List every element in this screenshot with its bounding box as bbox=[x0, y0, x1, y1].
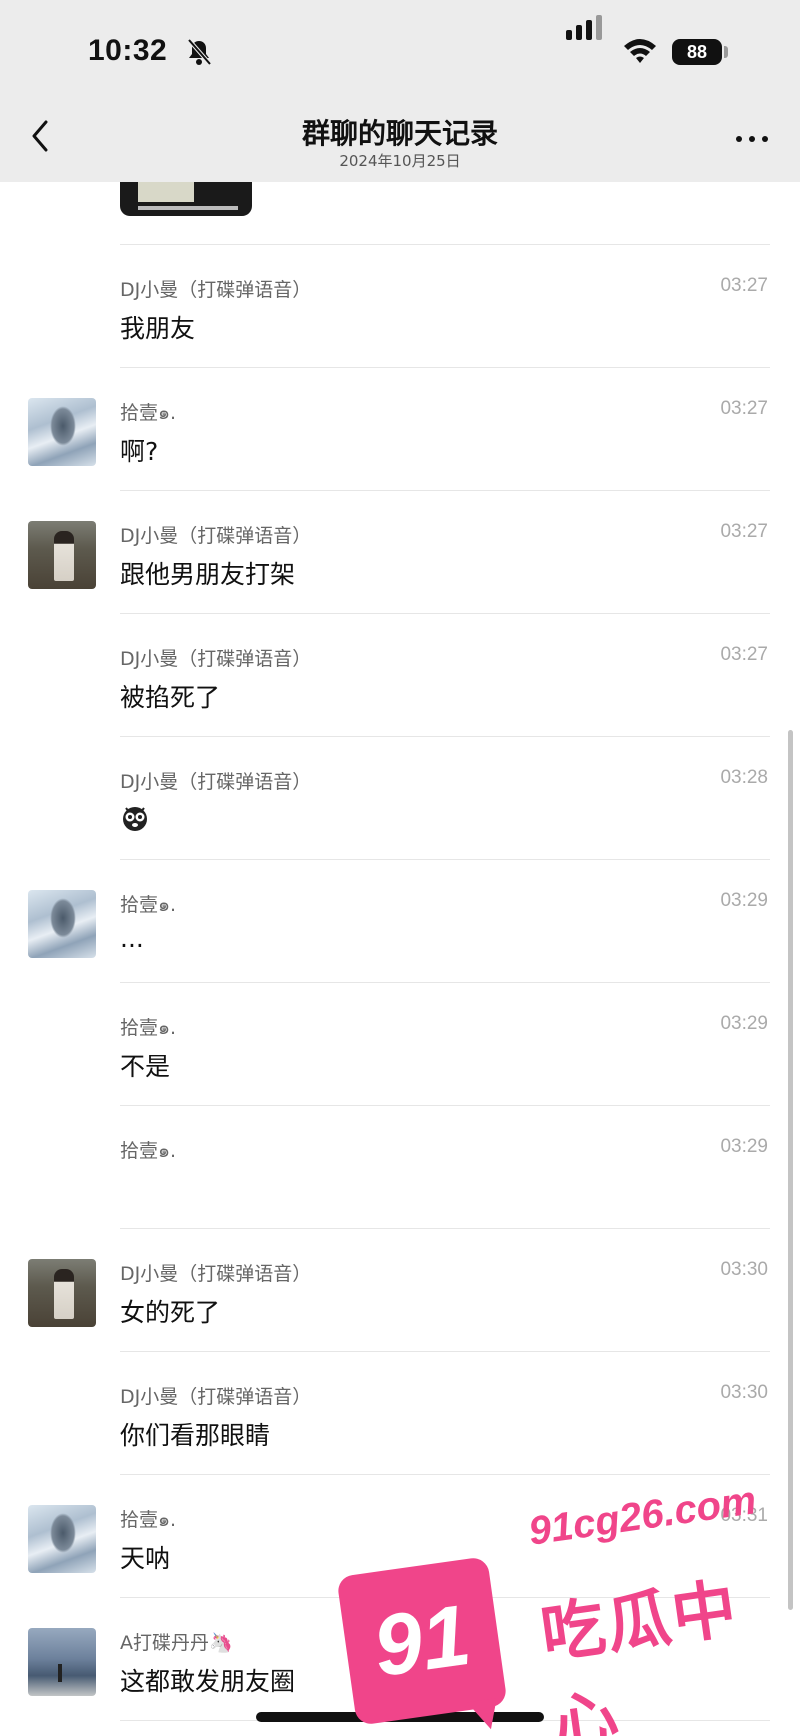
message-text[interactable]: 我朋友 bbox=[120, 309, 195, 345]
message-time: 03:29 bbox=[720, 1136, 768, 1157]
watermark-number: 91 bbox=[367, 1586, 476, 1695]
message-time: 03:27 bbox=[720, 644, 768, 665]
scrollbar[interactable] bbox=[788, 730, 793, 1610]
status-time: 10:32 bbox=[88, 34, 168, 67]
avatar[interactable] bbox=[28, 1628, 96, 1696]
sender-name: DJ小曼（打碟弹语音） bbox=[120, 279, 312, 301]
message-time: 03:30 bbox=[720, 1382, 768, 1403]
more-options-icon[interactable] bbox=[732, 128, 772, 148]
message-row[interactable]: DJ小曼（打碟弹语音） 03:28 bbox=[0, 737, 800, 860]
message-text[interactable]: 这都敢发朋友圈 bbox=[120, 1662, 295, 1698]
message-row[interactable]: 拾壹๑. 03:27 啊? bbox=[0, 368, 800, 491]
avatar[interactable] bbox=[28, 398, 96, 466]
message-text[interactable]: 跟他男朋友打架 bbox=[120, 555, 295, 591]
message-time: 03:28 bbox=[720, 767, 768, 788]
avatar[interactable] bbox=[28, 1505, 96, 1573]
message-row[interactable]: DJ小曼（打碟弹语音） 03:27 被掐死了 bbox=[0, 614, 800, 737]
avatar[interactable] bbox=[28, 890, 96, 958]
message-text[interactable]: ... bbox=[120, 924, 144, 953]
message-row[interactable]: 拾壹๑. 03:29... bbox=[0, 860, 800, 983]
sender-name: DJ小曼（打碟弹语音） bbox=[120, 771, 312, 793]
message-time: 03:29 bbox=[720, 890, 768, 911]
message-time: 03:29 bbox=[720, 1013, 768, 1034]
message-time: 03:27 bbox=[720, 398, 768, 419]
bell-off-icon bbox=[187, 38, 212, 66]
message-row[interactable]: DJ小曼（打碟弹语音） 03:27 跟他男朋友打架 bbox=[0, 491, 800, 614]
message-text[interactable]: 被掐死了 bbox=[120, 678, 220, 714]
message-text[interactable]: 不是 bbox=[120, 1047, 170, 1083]
sender-name: 拾壹๑. bbox=[120, 1509, 177, 1531]
message-row[interactable]: DJ小曼（打碟弹语音） 03:30 女的死了 bbox=[0, 1229, 800, 1352]
sender-name: DJ小曼（打碟弹语音） bbox=[120, 1263, 312, 1285]
message-text[interactable]: 你们看那眼睛 bbox=[120, 1416, 270, 1452]
message-time: 03:27 bbox=[720, 521, 768, 542]
sender-name: DJ小曼（打碟弹语音） bbox=[120, 1386, 312, 1408]
header: 10:32 88 群聊的聊天记录 2024年10月25日 bbox=[0, 0, 800, 182]
page-subtitle-date: 2024年10月25日 bbox=[339, 152, 461, 170]
thumbnail-bar bbox=[138, 206, 238, 210]
message-time: 03:30 bbox=[720, 1259, 768, 1280]
message-text[interactable]: 天呐 bbox=[120, 1539, 170, 1575]
sender-name: DJ小曼（打碟弹语音） bbox=[120, 525, 312, 547]
message-time: 03:27 bbox=[720, 275, 768, 296]
message-row[interactable]: DJ小曼（打碟弹语音） 03:27 我朋友 bbox=[0, 245, 800, 368]
watermark-logo: 91 bbox=[336, 1556, 508, 1726]
avatar[interactable] bbox=[28, 521, 96, 589]
sender-name: 拾壹๑. bbox=[120, 402, 177, 424]
sender-name: DJ小曼（打碟弹语音） bbox=[120, 648, 312, 670]
message-row[interactable]: 拾壹๑. 03:29 bbox=[0, 1106, 800, 1229]
chat-history-screen: DJ小曼（打碟弹语音） 03:27 我朋友拾壹๑. 03:27 啊? DJ小曼（打碟弹语音… bbox=[0, 0, 800, 1736]
battery-indicator: 88 bbox=[672, 39, 722, 65]
message-text[interactable]: 啊? bbox=[120, 432, 158, 468]
avatar[interactable] bbox=[28, 1259, 96, 1327]
message-row[interactable]: 拾壹๑. 03:29 不是 bbox=[0, 983, 800, 1106]
message-row[interactable]: DJ小曼（打碟弹语音） 03:30 你们看那眼睛 bbox=[0, 1352, 800, 1475]
sender-name: A打碟丹丹🦄 bbox=[120, 1632, 233, 1654]
scared-face-emoji bbox=[123, 807, 147, 831]
message-text[interactable]: 女的死了 bbox=[120, 1293, 220, 1329]
page-title: 群聊的聊天记录 bbox=[301, 117, 498, 150]
sender-name: 拾壹๑. bbox=[120, 1017, 177, 1039]
sender-name: 拾壹๑. bbox=[120, 1140, 177, 1162]
sender-name: 拾壹๑. bbox=[120, 894, 177, 916]
battery-tip bbox=[724, 46, 728, 58]
wifi-icon bbox=[624, 39, 656, 63]
